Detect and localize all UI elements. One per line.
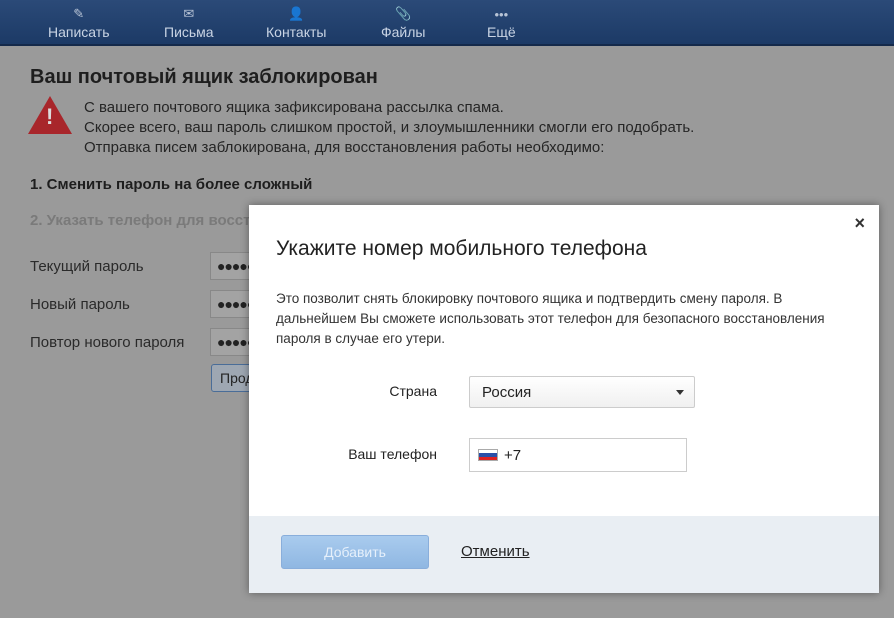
- message-line: С вашего почтового ящика зафиксирована р…: [84, 99, 504, 116]
- phone-value: +7: [504, 446, 522, 464]
- nav-label: Ещё: [487, 24, 516, 40]
- block-message: С вашего почтового ящика зафиксирована р…: [84, 98, 694, 158]
- nav-label: Файлы: [381, 24, 426, 40]
- page-title: Ваш почтовый ящик заблокирован: [30, 66, 378, 88]
- pencil-icon: ✎: [73, 6, 85, 21]
- contacts-icon: 👤: [288, 6, 305, 21]
- chevron-down-icon: [676, 390, 684, 395]
- country-value: Россия: [482, 384, 532, 401]
- russia-flag-icon: [478, 449, 498, 461]
- country-select[interactable]: Россия: [469, 376, 695, 408]
- nav-letters[interactable]: ✉ Письма: [164, 0, 214, 46]
- phone-modal: × Укажите номер мобильного телефона Это …: [249, 205, 879, 593]
- step-1: 1. Сменить пароль на более сложный: [30, 176, 313, 193]
- envelope-icon: ✉: [183, 6, 195, 21]
- new-password-label: Новый пароль: [30, 296, 130, 313]
- cancel-link[interactable]: Отменить: [461, 543, 530, 560]
- warning-icon: !: [28, 96, 72, 134]
- message-line: Отправка писем заблокирована, для восста…: [84, 139, 605, 156]
- close-icon[interactable]: ×: [854, 213, 865, 234]
- country-label: Страна: [389, 383, 437, 399]
- nav-compose[interactable]: ✎ Написать: [48, 0, 109, 46]
- more-icon: •••: [494, 7, 509, 22]
- nav-label: Контакты: [266, 24, 327, 40]
- add-button[interactable]: Добавить: [281, 535, 429, 569]
- phone-input[interactable]: +7: [469, 438, 687, 472]
- nav-more[interactable]: ••• Ещё: [487, 0, 516, 46]
- modal-footer: Добавить Отменить: [249, 516, 879, 593]
- current-password-label: Текущий пароль: [30, 258, 144, 275]
- phone-label: Ваш телефон: [348, 446, 437, 462]
- nav-label: Написать: [48, 24, 110, 40]
- nav-label: Письма: [164, 24, 214, 40]
- nav-files[interactable]: 📎 Файлы: [381, 0, 425, 46]
- top-navigation: ✎ Написать ✉ Письма 👤 Контакты 📎 Файлы ••• Ещ…: [0, 0, 894, 46]
- message-line: Скорее всего, ваш пароль слишком простой…: [84, 119, 695, 136]
- nav-contacts[interactable]: 👤 Контакты: [266, 0, 326, 46]
- repeat-password-label: Повтор нового пароля: [30, 334, 185, 351]
- modal-description: Это позволит снять блокировку почтового …: [276, 291, 825, 346]
- paperclip-icon: 📎: [395, 6, 412, 21]
- step-2: 2. Указать телефон для восстановления: [30, 212, 250, 229]
- modal-title: Укажите номер мобильного телефона: [276, 237, 647, 260]
